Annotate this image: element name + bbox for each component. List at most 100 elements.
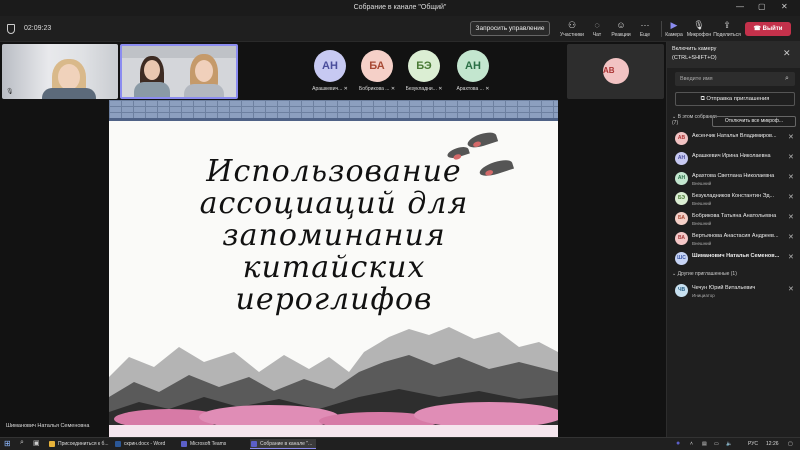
tile-mic-icon: 🎙	[6, 89, 14, 95]
more-icon: ···	[640, 20, 650, 30]
participant-face	[144, 60, 160, 80]
participant-shirt	[134, 82, 170, 97]
volume-icon[interactable]: 🔈	[726, 439, 732, 449]
participants-panel: Включить камеру (CTRL+SHIFT+O) ✕ Введите…	[666, 42, 800, 437]
participant-row[interactable]: БА Бобрикова Татьяна Анатольевна Внешний ✕	[675, 210, 797, 228]
more-label: Еще	[639, 32, 651, 38]
avatar: АВ	[603, 58, 629, 84]
avatar: БА	[361, 50, 393, 82]
slide-title: Использование ассоциаций для запоминания…	[199, 154, 469, 317]
mic-off-icon: ✕	[788, 234, 794, 241]
avatar: БА	[675, 212, 688, 225]
participant-row[interactable]: АВ Аксенчик Наталья Владимиров... ✕	[675, 130, 797, 148]
participant-row[interactable]: БЭ Безукладников Константин Эд... Внешний ✕	[675, 190, 797, 208]
taskbar-item-meeting[interactable]: Собрание в канале "...	[250, 439, 316, 449]
participant-row[interactable]: ЧВ Чечун Юрий Витальевич Инициатор ✕	[675, 282, 797, 300]
gallery-name: Бобрикова ... ✕	[352, 86, 402, 92]
mic-off-icon: ✕	[788, 174, 794, 181]
participant-role: Внешний	[692, 241, 712, 246]
avatar: БЭ	[408, 50, 440, 82]
in-meeting-label: В этом собрании	[677, 114, 717, 120]
gallery-name: Арашкевич... ✕	[305, 86, 355, 92]
chevron-up-icon[interactable]: ˄	[690, 439, 693, 449]
participant-name: Арашкевич Ирина Николаевна	[692, 153, 771, 159]
share-button[interactable]: ⇪ Поделиться	[712, 19, 742, 38]
gallery-name: Арахтова ... ✕	[448, 86, 498, 92]
teams-tray-icon[interactable]: ●	[676, 439, 680, 449]
taskbar-clock[interactable]: 12:26	[766, 439, 779, 449]
invite-search-input[interactable]: Введите имя ⌕	[675, 72, 795, 86]
participant-row[interactable]: ШС Шиманович Наталья Семенов... ✕	[675, 250, 797, 268]
share-link-icon: ⧉	[700, 96, 705, 102]
camera-tooltip-text: Включить камеру	[672, 46, 717, 52]
search-icon: ⌕	[785, 75, 789, 82]
close-window-icon[interactable]: ✕	[781, 2, 788, 11]
avatar: ВА	[675, 232, 688, 245]
shared-slide: Использование ассоциаций для запоминания…	[109, 100, 558, 437]
invited-section[interactable]: ⌄ Другие приглашенные (1)	[672, 271, 737, 277]
mic-off-icon: ✕	[788, 254, 794, 261]
participant-name: Бобрикова Татьяна Анатольевна	[692, 213, 777, 219]
share-label: Поделиться	[713, 32, 741, 38]
video-tile-2[interactable]	[120, 44, 238, 99]
gallery-participant-2[interactable]: БА Бобрикова ... ✕	[352, 50, 402, 92]
video-tile-1[interactable]: 🎙	[2, 44, 118, 99]
mic-off-icon: ✕	[390, 86, 396, 92]
invite-placeholder: Введите имя	[680, 76, 713, 82]
notifications-icon[interactable]: ▢	[788, 439, 793, 449]
close-tooltip-icon[interactable]: ✕	[783, 48, 791, 59]
avatar: АВ	[675, 132, 688, 145]
meeting-toolbar: 02:09:23 Запросить управление ⚇ Участник…	[0, 16, 800, 42]
gallery-participant-4[interactable]: АН Арахтова ... ✕	[448, 50, 498, 92]
room-wall	[122, 46, 236, 58]
in-meeting-section[interactable]: ⌄ В этом собрании (7)	[672, 114, 717, 126]
network-icon[interactable]: ▤	[702, 439, 707, 449]
participant-row[interactable]: АН Арахтова Светлана Николаевна Внешний ✕	[675, 170, 797, 188]
gallery-participant-3[interactable]: БЭ Безукладни... ✕	[399, 50, 449, 92]
participants-label: Участники	[560, 32, 584, 38]
language-indicator[interactable]: РУС	[748, 439, 758, 449]
share-invite-button[interactable]: ⧉ Отправка приглашения	[675, 92, 795, 106]
gallery-name-text: Арашкевич...	[312, 86, 343, 92]
participant-shirt	[184, 84, 224, 97]
search-icon[interactable]: ⌕	[20, 439, 24, 447]
meeting-timer: 02:09:23	[24, 25, 52, 32]
windows-start-icon[interactable]: ⊞	[4, 439, 11, 448]
meeting-stage: 🎙 АН Арашкевич... ✕ БА Бобрикова ... ✕ Б…	[0, 42, 666, 437]
participant-row[interactable]: ВА Вертьянова Анастасия Андреев... Внешний…	[675, 230, 797, 248]
mic-button[interactable]: 🎙 Микрофон	[684, 19, 714, 38]
avatar: АН	[675, 152, 688, 165]
participant-face	[58, 64, 80, 90]
mic-off-icon: ✕	[788, 154, 794, 161]
chat-label: Чат	[592, 32, 602, 38]
leave-label: Выйти	[762, 26, 783, 32]
task-view-icon[interactable]: ▣	[33, 439, 40, 447]
participant-row[interactable]: АН Арашкевич Ирина Николаевна ✕	[675, 150, 797, 168]
avatar: БЭ	[675, 192, 688, 205]
gallery-name: Безукладни... ✕	[399, 86, 449, 92]
mic-off-icon: ✕	[485, 86, 490, 92]
participant-name: Чечун Юрий Витальевич	[692, 285, 756, 291]
taskbar-item-word[interactable]: скрин.docx - Word	[114, 439, 176, 449]
battery-icon[interactable]: ▭	[714, 439, 719, 449]
request-control-button[interactable]: Запросить управление	[470, 21, 550, 36]
avatar: АН	[457, 50, 489, 82]
more-button[interactable]: ··· Еще	[630, 19, 660, 38]
mic-off-icon: ✕	[788, 214, 794, 221]
maximize-icon[interactable]: ▢	[758, 2, 766, 11]
spotlight-tile[interactable]: АВ	[567, 44, 664, 99]
minimize-icon[interactable]: —	[736, 2, 744, 11]
taskbar-item-chrome[interactable]: Присоединиться к б...	[48, 439, 110, 449]
taskbar-item-teams[interactable]: Microsoft Teams	[180, 439, 246, 449]
participant-name: Арахтова Светлана Николаевна	[692, 173, 775, 179]
mute-all-button[interactable]: Отключить все микроф...	[712, 116, 796, 127]
taskbar-label: Присоединиться к б...	[58, 441, 109, 447]
mic-off-icon: ✕	[788, 194, 794, 201]
gallery-name-text: Бобрикова ...	[358, 86, 390, 92]
participant-face	[195, 60, 213, 82]
participant-role: Внешний	[692, 221, 712, 226]
taskbar-label: Microsoft Teams	[190, 441, 227, 447]
gallery-participant-1[interactable]: АН Арашкевич... ✕	[305, 50, 355, 92]
brick-wall-decoration	[109, 100, 558, 118]
leave-button[interactable]: ☎ Выйти	[745, 22, 791, 36]
